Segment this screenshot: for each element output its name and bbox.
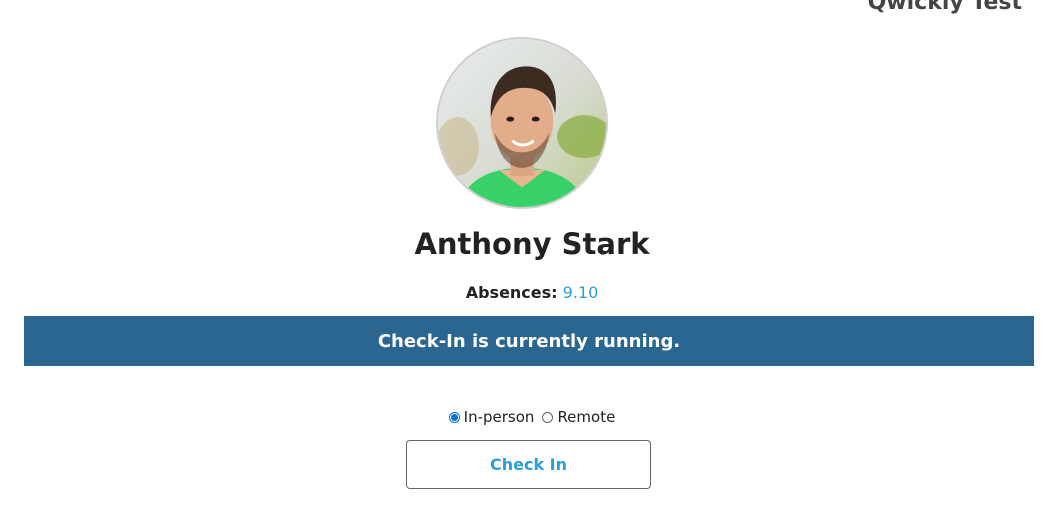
absences-label: Absences:	[465, 283, 558, 302]
absences-summary: Absences: 9.10	[0, 282, 1064, 304]
student-photo-icon	[438, 39, 606, 207]
remote-radio[interactable]	[542, 411, 554, 423]
mode-option-in-person[interactable]: In-person	[448, 408, 535, 426]
in-person-radio[interactable]	[448, 411, 460, 423]
absences-value[interactable]: 9.10	[563, 283, 599, 302]
check-in-button[interactable]: Check In	[406, 440, 651, 489]
remote-label: Remote	[557, 408, 616, 426]
attendance-mode-group: In-person Remote	[0, 408, 1064, 426]
status-banner: Check-In is currently running.	[24, 316, 1034, 366]
mode-option-remote[interactable]: Remote	[542, 408, 615, 426]
student-name: Anthony Stark	[414, 227, 650, 261]
checkin-page: Qwickly Test Anthony Stark Absences: 9.1…	[0, 0, 1064, 517]
in-person-label: In-person	[463, 408, 535, 426]
student-avatar	[436, 37, 608, 209]
org-name: Qwickly Test	[867, 0, 1022, 15]
